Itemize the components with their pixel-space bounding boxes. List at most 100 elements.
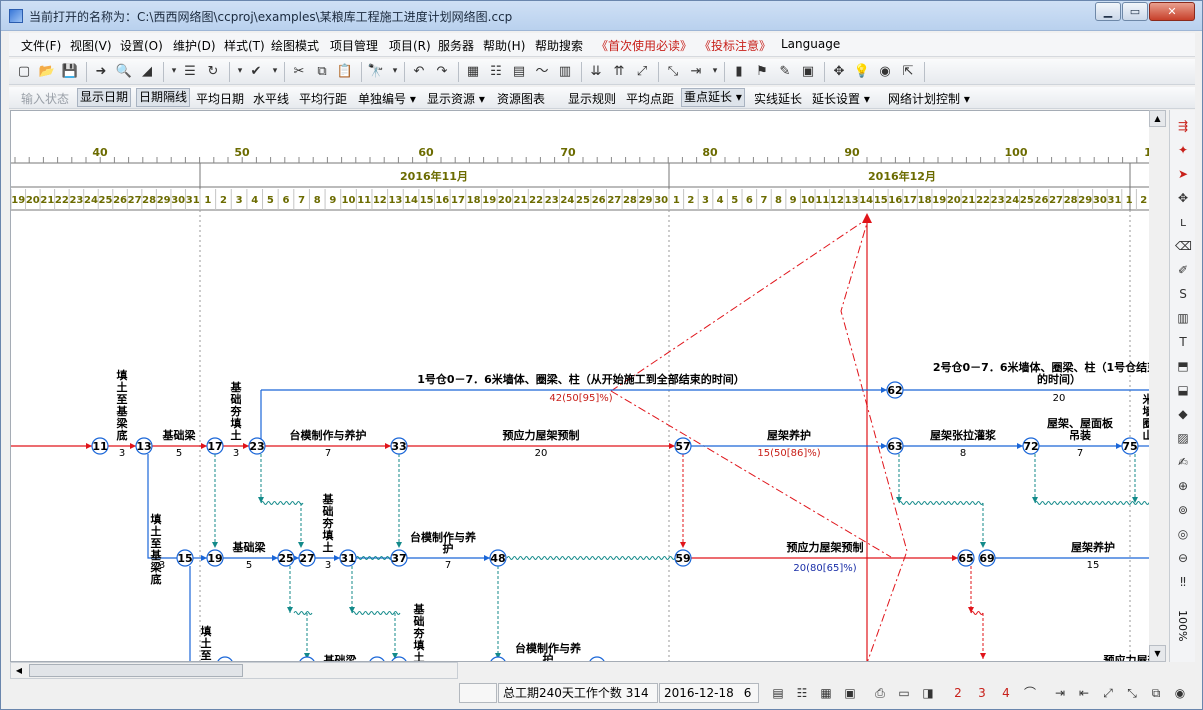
view-toggle-7[interactable]: 显示资源 ▾	[427, 90, 485, 107]
zoom-out-icon[interactable]: ⊖	[1175, 550, 1191, 566]
move-icon[interactable]: ✥	[830, 63, 848, 80]
flag-icon[interactable]: ⚑	[753, 63, 771, 80]
undo-icon[interactable]: ↶	[410, 63, 428, 80]
menu-item-10[interactable]: 帮助搜索	[535, 37, 583, 54]
globe-icon[interactable]: ◉	[1171, 684, 1189, 702]
org-icon[interactable]: ▥	[556, 63, 574, 80]
align-icon[interactable]: ☰	[181, 63, 199, 80]
menu-item-12[interactable]: 《投标注意》	[699, 37, 771, 54]
find-icon[interactable]: 🔭	[367, 63, 385, 80]
dropdown-icon[interactable]: ▾	[169, 63, 179, 80]
view-toggle-2[interactable]: 日期隔线	[136, 88, 191, 107]
view-toggle-14[interactable]: 网络计划控制 ▾	[888, 90, 970, 107]
dropdown-icon[interactable]: ▾	[390, 63, 400, 80]
network-view-icon[interactable]: ▦	[464, 63, 482, 80]
view-toggle-5[interactable]: 平均行距	[299, 90, 347, 107]
view-toggle-10[interactable]: 平均点距	[626, 90, 674, 107]
merge-icon[interactable]: ⇤	[1075, 684, 1093, 702]
grid-icon[interactable]: ☷	[793, 684, 811, 702]
fill-icon[interactable]: ◢	[138, 63, 156, 80]
stack-icon[interactable]: ⬒	[1175, 358, 1191, 374]
maximize-button[interactable]: ▭	[1122, 2, 1148, 21]
table-icon[interactable]: ▤	[510, 63, 528, 80]
baseline-icon[interactable]: ⌒	[1021, 684, 1039, 702]
view-toggle-8[interactable]: 资源图表	[497, 90, 545, 107]
layers-icon[interactable]: ⬓	[1175, 382, 1191, 398]
cut-icon[interactable]: ✂	[290, 63, 308, 80]
menu-item-11[interactable]: 《首次使用必读》	[596, 37, 692, 54]
indent-icon[interactable]: ⇥	[687, 63, 705, 80]
menu-item-9[interactable]: 帮助(H)	[483, 37, 525, 54]
eraser-icon[interactable]: ⌫	[1175, 238, 1192, 254]
pointer-icon[interactable]: ➤	[1175, 166, 1191, 182]
redo-icon[interactable]: ↷	[433, 63, 451, 80]
view-toggle-1[interactable]: 显示日期	[77, 88, 132, 107]
split-icon[interactable]: ⇊	[587, 63, 605, 80]
paste-icon[interactable]: 📋	[336, 63, 354, 80]
dropdown-icon[interactable]: ▾	[235, 63, 245, 80]
tag-icon[interactable]: ◆	[1175, 406, 1191, 422]
view-toggle-12[interactable]: 实线延长	[754, 90, 802, 107]
print-preview-icon[interactable]: 🔍	[115, 63, 133, 80]
close-button[interactable]: ✕	[1149, 2, 1195, 21]
menu-item-2[interactable]: 设置(O)	[120, 37, 163, 54]
edit-icon[interactable]: ✎	[776, 63, 794, 80]
dropdown-icon[interactable]: ▾	[710, 63, 720, 80]
menu-item-0[interactable]: 文件(F)	[21, 37, 61, 54]
new-icon[interactable]: ▢	[15, 63, 33, 80]
horizontal-scrollbar[interactable]: ◀	[10, 662, 458, 679]
save-icon[interactable]: 💾	[61, 63, 79, 80]
menu-item-1[interactable]: 视图(V)	[70, 37, 112, 54]
contract-icon[interactable]: ⤡	[1123, 684, 1141, 702]
menu-item-4[interactable]: 样式(T)	[224, 37, 265, 54]
list-icon[interactable]: ▤	[769, 684, 787, 702]
target-icon[interactable]: ◎	[1175, 526, 1191, 542]
table-icon[interactable]: ▦	[817, 684, 835, 702]
level3-icon[interactable]: 3	[973, 684, 991, 702]
minimize-button[interactable]: ▁	[1095, 2, 1121, 21]
fit-icon[interactable]: ⧉	[1147, 684, 1165, 702]
view-toggle-4[interactable]: 水平线	[253, 90, 289, 107]
sign-icon[interactable]: ✍	[1175, 454, 1191, 470]
fit-icon[interactable]: ⤢	[633, 63, 651, 80]
move-icon[interactable]: ✥	[1175, 190, 1191, 206]
view-toggle-6[interactable]: 单独编号 ▾	[358, 90, 416, 107]
split-icon[interactable]: ⇥	[1051, 684, 1069, 702]
frame-icon[interactable]: ▣	[841, 684, 859, 702]
scroll-thumb[interactable]	[29, 664, 243, 677]
wand-icon[interactable]: ✦	[1175, 142, 1191, 158]
arrow-red-icon[interactable]: ⇶	[1175, 118, 1191, 134]
refresh-icon[interactable]: ↻	[204, 63, 222, 80]
zoom-in-icon[interactable]: ⊕	[1175, 478, 1191, 494]
screen2-icon[interactable]: ◨	[919, 684, 937, 702]
view-toggle-13[interactable]: 延长设置 ▾	[812, 90, 870, 107]
gantt-icon[interactable]: ☷	[487, 63, 505, 80]
globe-icon[interactable]: ◉	[876, 63, 894, 80]
menu-item-6[interactable]: 项目管理	[330, 37, 378, 54]
text-icon[interactable]: T	[1175, 334, 1191, 350]
dropdown-icon[interactable]: ▾	[270, 63, 280, 80]
page-icon[interactable]: ▣	[799, 63, 817, 80]
scroll-down-arrow[interactable]: ▼	[1149, 645, 1166, 662]
view-toggle-3[interactable]: 平均日期	[196, 90, 244, 107]
vertical-scrollbar[interactable]: ▲ ▼	[1149, 110, 1166, 662]
merge-icon[interactable]: ⇈	[610, 63, 628, 80]
bars-icon[interactable]: ▮	[730, 63, 748, 80]
curve-icon[interactable]: 〜	[533, 63, 551, 80]
hatch-icon[interactable]: ▨	[1175, 430, 1191, 446]
level4-icon[interactable]: 4	[997, 684, 1015, 702]
network-diagram-canvas[interactable]: 40506070809010012016年11月2016年12月19202122…	[10, 110, 1166, 662]
scroll-up-arrow[interactable]: ▲	[1149, 110, 1166, 127]
copy-icon[interactable]: ⧉	[313, 63, 331, 80]
exit-icon[interactable]: ⇱	[899, 63, 917, 80]
check-icon[interactable]: ✔	[247, 63, 265, 80]
menu-item-8[interactable]: 服务器	[438, 37, 474, 54]
tt-icon[interactable]: ʟ	[1175, 214, 1191, 230]
open-icon[interactable]: 📂	[38, 63, 56, 80]
level2-icon[interactable]: 2	[949, 684, 967, 702]
scroll-left-arrow[interactable]: ◀	[11, 663, 27, 678]
menu-item-13[interactable]: Language	[781, 37, 840, 51]
view-toggle-9[interactable]: 显示规则	[568, 90, 616, 107]
marker-icon[interactable]: ‼	[1175, 574, 1191, 590]
cancel-fit-icon[interactable]: ⤡	[664, 63, 682, 80]
